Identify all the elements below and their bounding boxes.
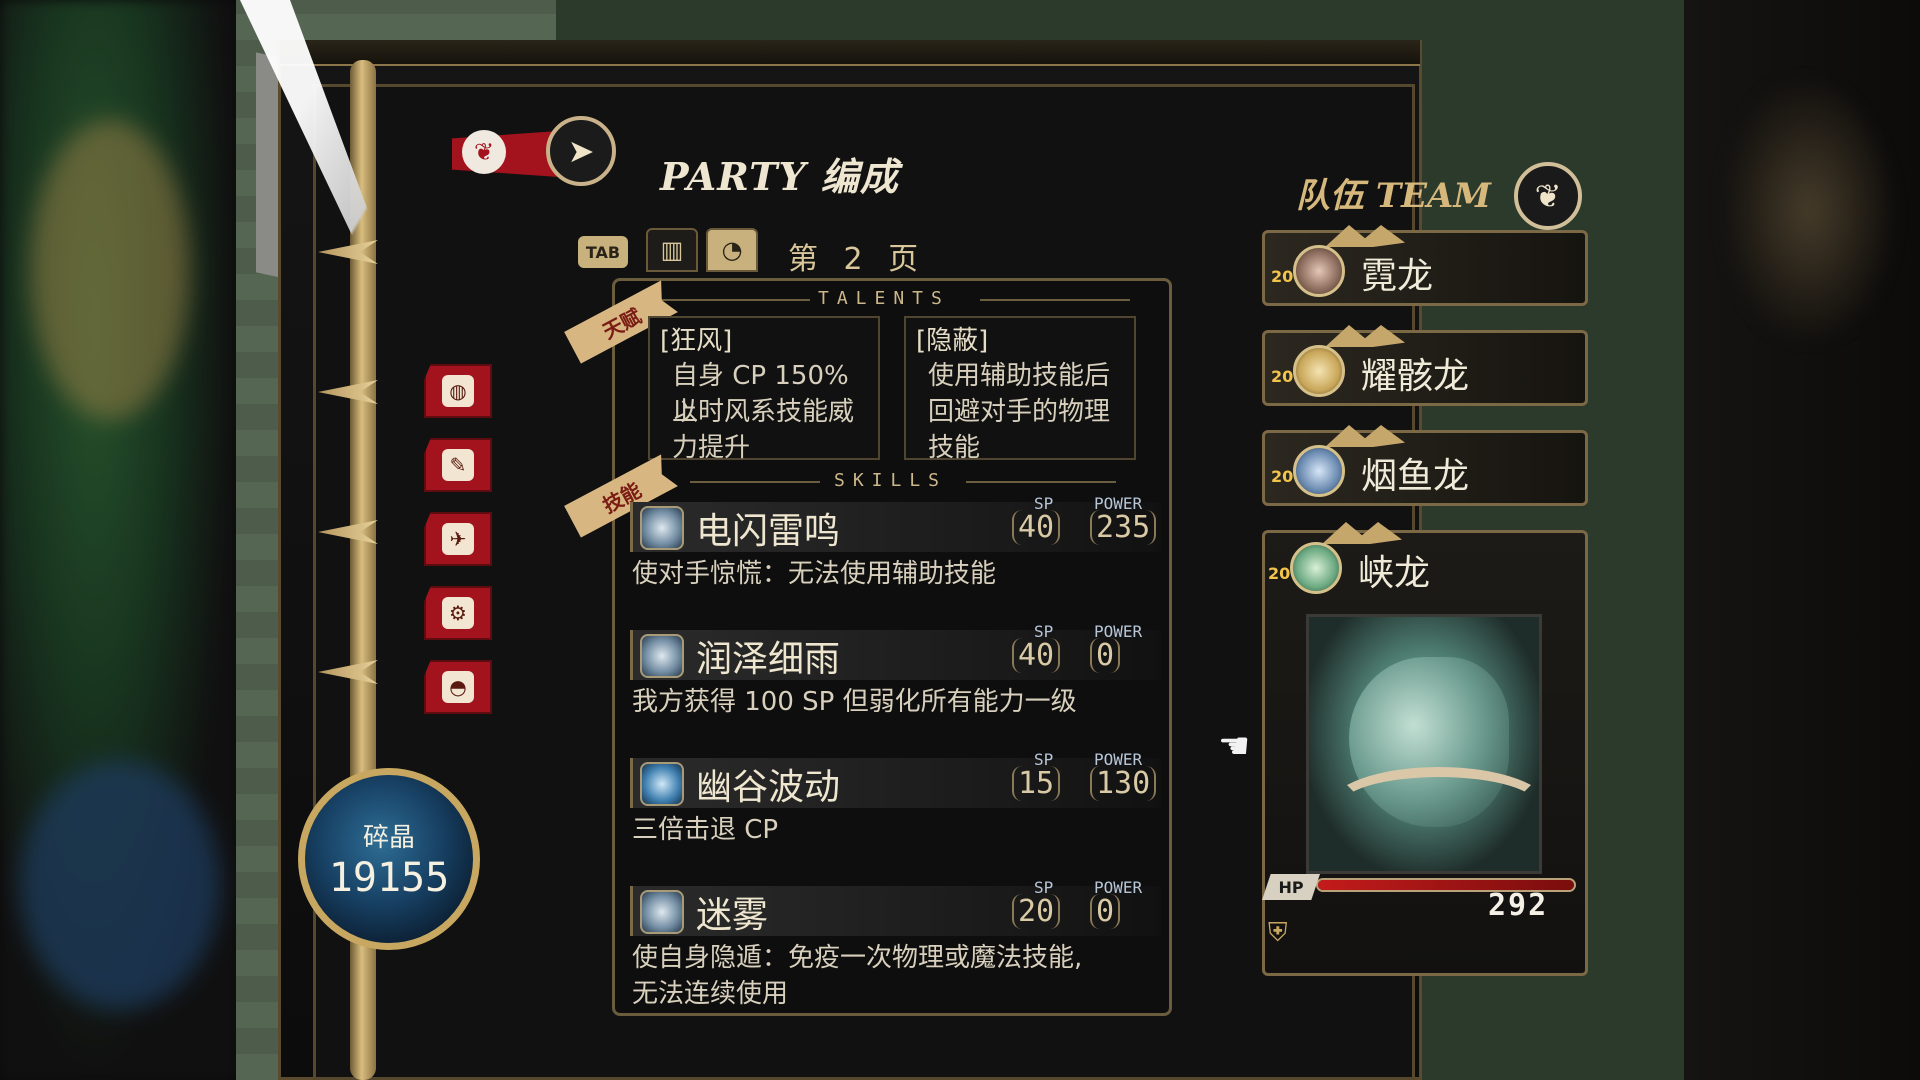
tab-key-hint[interactable]: TAB [578, 236, 628, 268]
side-tab-2[interactable]: ✎ [424, 438, 492, 492]
rain-skill-icon [640, 634, 684, 678]
tab-skills[interactable]: ◔ [706, 228, 758, 272]
divider [660, 299, 810, 301]
talents-title: TALENTS [818, 288, 950, 309]
team-emblem-icon: ❦ [1514, 162, 1582, 230]
skills-title: SKILLS [834, 470, 948, 491]
dragon-tail [1329, 767, 1539, 847]
talent-desc-line: 回避对手的物理 [928, 397, 1111, 427]
divider [966, 481, 1116, 483]
dragon-head-icon: ❦ [462, 130, 506, 174]
sp-value: 20 [1012, 894, 1061, 929]
power-value: 0 [1090, 638, 1121, 673]
divider [980, 299, 1130, 301]
member-name: 烟鱼龙 [1361, 456, 1470, 497]
egg-icon: ◍ [442, 375, 474, 407]
left-blurred-background [0, 0, 236, 1080]
map-icon: ✈ [442, 523, 474, 555]
member-level: 20 [1268, 564, 1291, 583]
talent-desc-line: 使用辅助技能后 [928, 361, 1111, 391]
dragon-orb-icon [1293, 345, 1345, 397]
skill-name: 电闪雷鸣 [696, 511, 841, 552]
sp-value: 40 [1012, 510, 1061, 545]
side-tab-1[interactable]: ◍ [424, 364, 492, 418]
talent-card-2: [隐蔽] 使用辅助技能后 回避对手的物理 技能 [904, 316, 1136, 463]
power-value: 130 [1090, 766, 1157, 801]
side-tab-3[interactable]: ✈ [424, 512, 492, 566]
dragon-orb-icon [1293, 445, 1345, 497]
page-indicator: 第 2 页 [788, 242, 927, 277]
wave-skill-icon [640, 762, 684, 806]
team-member-2[interactable]: 20 耀骸龙 [1262, 325, 1588, 406]
side-tab-4[interactable]: ⚙ [424, 586, 492, 640]
right-blurred-background [1684, 0, 1920, 1080]
tab-stats[interactable]: ▥ [646, 228, 698, 272]
pie-chart-icon: ◔ [721, 236, 743, 264]
mist-skill-icon [640, 890, 684, 934]
team-crest-icon: ➤ [546, 116, 616, 186]
blurred-claw-shape [1724, 80, 1894, 340]
talent-desc-line: 上时风系技能威 [672, 397, 855, 427]
hand-pointer-icon: ☛ [1218, 726, 1251, 767]
member-level: 20 [1271, 367, 1294, 386]
lightning-skill-icon [640, 506, 684, 550]
skill-desc: 我方获得 100 SP 但弱化所有能力一级 [632, 687, 1077, 717]
skill-desc: 使自身隐遁：免疫一次物理或魔法技能, [632, 943, 1083, 973]
settings-icon: ⚙ [442, 597, 474, 629]
scroll-icon: ✎ [442, 449, 474, 481]
skill-desc: 使对手惊慌：无法使用辅助技能 [632, 559, 997, 589]
team-member-3[interactable]: 20 烟鱼龙 [1262, 425, 1588, 506]
dragon-portrait [1306, 614, 1542, 874]
crystal-value: 19155 [328, 855, 450, 901]
power-value: 235 [1090, 510, 1157, 545]
skill-desc: 三倍击退 CP [632, 815, 779, 845]
hp-label: HP [1262, 874, 1320, 900]
team-member-4[interactable]: 20 峡龙 [1262, 522, 1588, 606]
talent-name: [隐蔽] [916, 326, 989, 356]
member-name: 峡龙 [1358, 553, 1431, 594]
member-name: 霓龙 [1361, 256, 1434, 297]
divider [690, 481, 820, 483]
crystal-counter: 碎晶 19155 [298, 768, 480, 950]
team-member-1[interactable]: 20 霓龙 [1262, 225, 1588, 306]
skill-desc: 无法连续使用 [632, 979, 789, 1009]
crystal-label: 碎晶 [362, 823, 415, 853]
skill-name: 迷雾 [696, 895, 769, 936]
blurred-dragon-shape [30, 120, 190, 420]
shield-icon: ⛨ [1268, 918, 1288, 948]
page-title: PARTY 编成 [660, 154, 899, 199]
talent-desc-line: 力提升 [672, 433, 751, 463]
bag-icon: ◓ [442, 671, 474, 703]
panel-top-bar [280, 40, 1420, 66]
team-title: 队伍 TEAM [1296, 176, 1492, 216]
sp-value: 15 [1012, 766, 1061, 801]
hp-value: 292 [1488, 888, 1549, 923]
dragon-orb-icon [1293, 245, 1345, 297]
talent-desc-line: 技能 [928, 433, 981, 463]
skill-name: 幽谷波动 [696, 767, 841, 808]
member-name: 耀骸龙 [1361, 356, 1470, 397]
side-tab-5[interactable]: ◓ [424, 660, 492, 714]
dragon-orb-icon [1290, 542, 1342, 594]
blurred-crystal-shape [20, 760, 220, 1010]
member-level: 20 [1271, 467, 1294, 486]
talent-card-1: [狂风] 自身 CP 150% 以 上时风系技能威 力提升 [648, 316, 880, 463]
bar-chart-icon: ▥ [660, 236, 684, 264]
power-value: 0 [1090, 894, 1121, 929]
sp-value: 40 [1012, 638, 1061, 673]
talent-name: [狂风] [660, 326, 733, 356]
member-level: 20 [1271, 267, 1294, 286]
skill-name: 润泽细雨 [696, 639, 841, 680]
